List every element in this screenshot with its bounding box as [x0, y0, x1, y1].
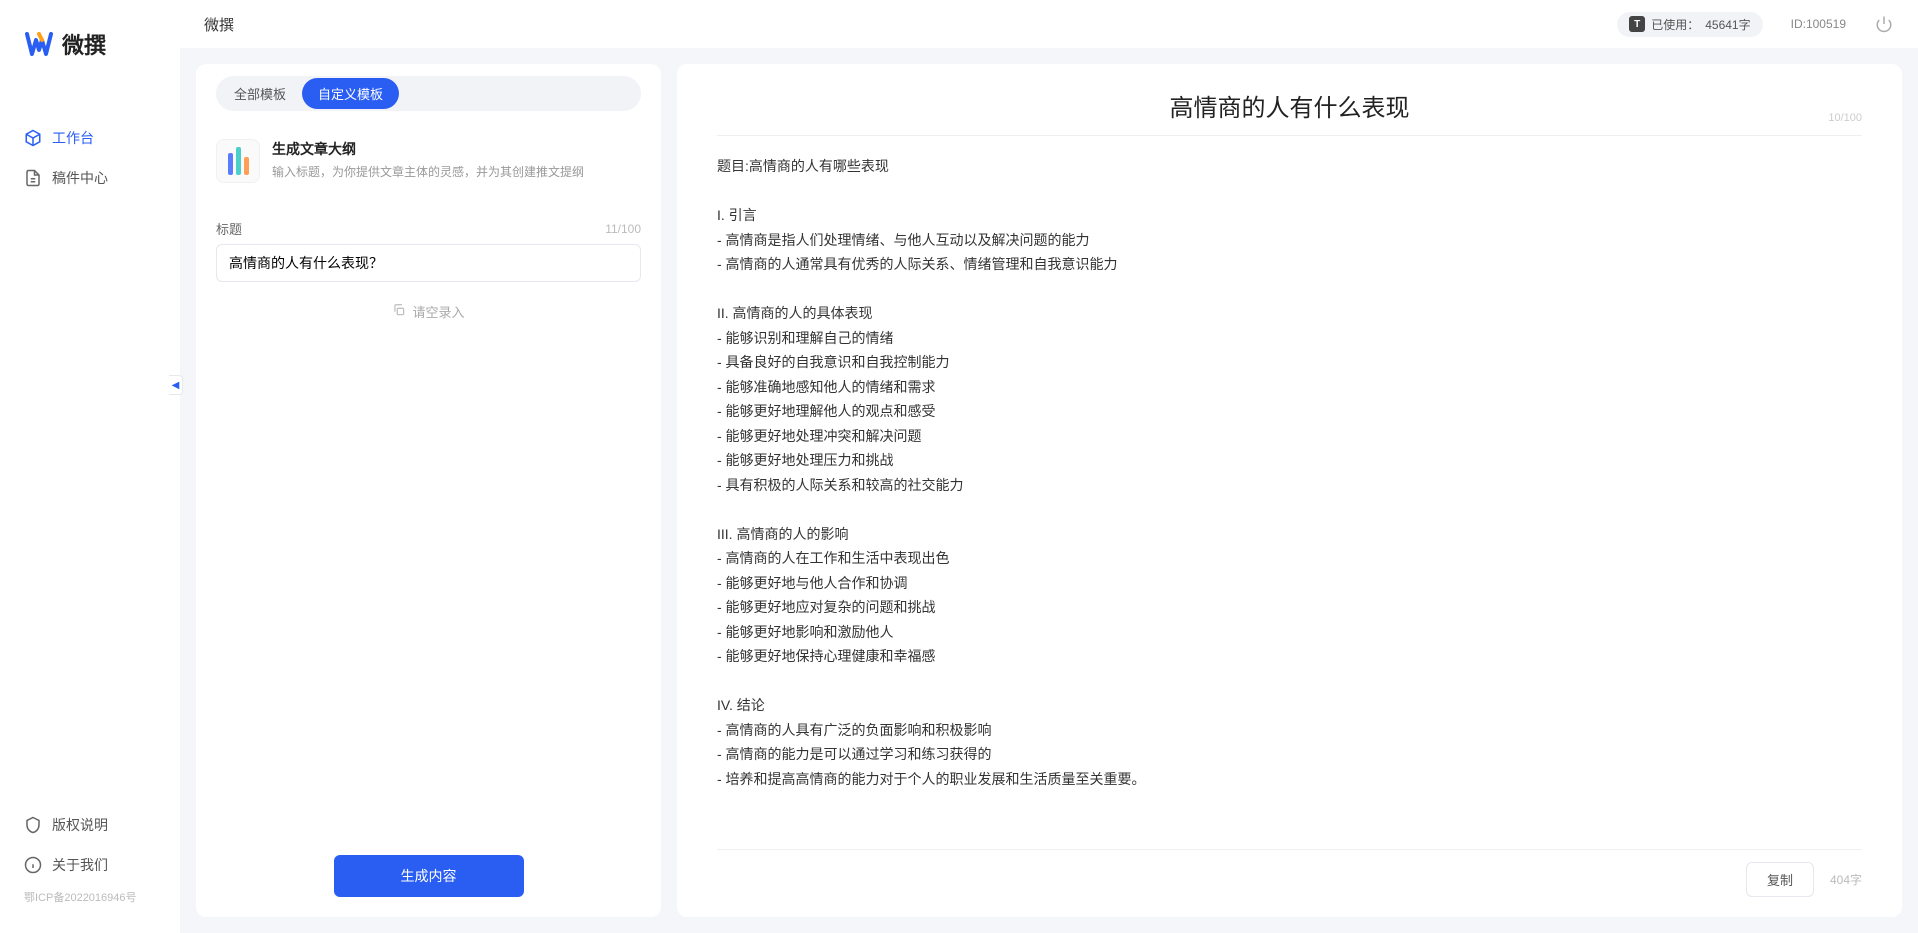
power-button[interactable] [1874, 14, 1894, 34]
title-char-count: 11/100 [605, 222, 641, 236]
nav-workspace[interactable]: 工作台 [0, 118, 180, 158]
logo-icon [24, 30, 54, 58]
nav-label: 稿件中心 [52, 168, 108, 188]
template-title: 生成文章大纲 [272, 139, 584, 159]
main: 微撰 T 已使用： 45641字 ID:100519 全部模板 自定义模板 [180, 0, 1918, 933]
record-hint[interactable]: 请空录入 [216, 282, 641, 341]
template-icon [216, 139, 260, 183]
title-input[interactable] [216, 244, 641, 282]
content: 全部模板 自定义模板 生成文章大纲 输入标题，为你提供文章主体的灵感，并为其创建… [180, 48, 1918, 933]
template-tabs: 全部模板 自定义模板 [216, 76, 641, 111]
record-hint-text: 请空录入 [412, 302, 464, 321]
output-body[interactable]: 题目:高情商的人有哪些表现 I. 引言 - 高情商是指人们处理情绪、与他人互动以… [717, 154, 1862, 833]
sidebar: 微撰 工作台 稿件中心 版权说明 [0, 0, 180, 933]
template-card: 生成文章大纲 输入标题，为你提供文章主体的灵感，并为其创建推文提纲 [216, 127, 641, 199]
template-desc: 输入标题，为你提供文章主体的灵感，并为其创建推文提纲 [272, 163, 584, 180]
nav-label: 工作台 [52, 128, 94, 148]
text-icon: T [1629, 16, 1645, 32]
icp-text: 鄂ICP备2022016946号 [0, 885, 180, 909]
usage-label: 已使用： [1651, 16, 1699, 33]
nav-drafts[interactable]: 稿件中心 [0, 158, 180, 198]
output-title: 高情商的人有什么表现 [717, 88, 1862, 135]
divider [717, 135, 1862, 136]
copy-button[interactable]: 复制 [1746, 862, 1814, 897]
generate-button[interactable]: 生成内容 [334, 855, 524, 897]
output-panel: 高情商的人有什么表现 10/100 题目:高情商的人有哪些表现 I. 引言 - … [677, 64, 1902, 917]
topbar-right: T 已使用： 45641字 ID:100519 [1617, 12, 1894, 37]
word-count: 404字 [1830, 871, 1862, 888]
nav-about[interactable]: 关于我们 [0, 845, 180, 885]
nav-label: 关于我们 [52, 855, 108, 875]
tab-all-templates[interactable]: 全部模板 [218, 78, 302, 109]
chevron-left-icon: ◀ [172, 380, 180, 391]
sidebar-collapse-button[interactable]: ◀ [169, 375, 183, 395]
cube-icon [24, 129, 42, 147]
app-title: 微撰 [204, 14, 234, 35]
output-footer: 复制 404字 [717, 849, 1862, 897]
shield-icon [24, 816, 42, 834]
input-body: 标题 11/100 请空录入 [216, 199, 641, 855]
sidebar-bottom: 版权说明 关于我们 鄂ICP备2022016946号 [0, 797, 180, 917]
input-panel: 全部模板 自定义模板 生成文章大纲 输入标题，为你提供文章主体的灵感，并为其创建… [196, 64, 661, 917]
title-label: 标题 [216, 219, 242, 238]
nav-label: 版权说明 [52, 815, 108, 835]
tab-custom-templates[interactable]: 自定义模板 [302, 78, 399, 109]
copy-icon [392, 303, 406, 320]
topbar: 微撰 T 已使用： 45641字 ID:100519 [180, 0, 1918, 48]
user-id: ID:100519 [1791, 17, 1846, 31]
nav: 工作台 稿件中心 [0, 88, 180, 797]
usage-pill[interactable]: T 已使用： 45641字 [1617, 12, 1762, 37]
doc-icon [24, 169, 42, 187]
usage-value: 45641字 [1705, 16, 1750, 33]
output-title-meta: 10/100 [1828, 112, 1862, 124]
logo[interactable]: 微撰 [0, 16, 180, 88]
info-icon [24, 856, 42, 874]
logo-text: 微撰 [62, 28, 106, 60]
nav-copyright[interactable]: 版权说明 [0, 805, 180, 845]
